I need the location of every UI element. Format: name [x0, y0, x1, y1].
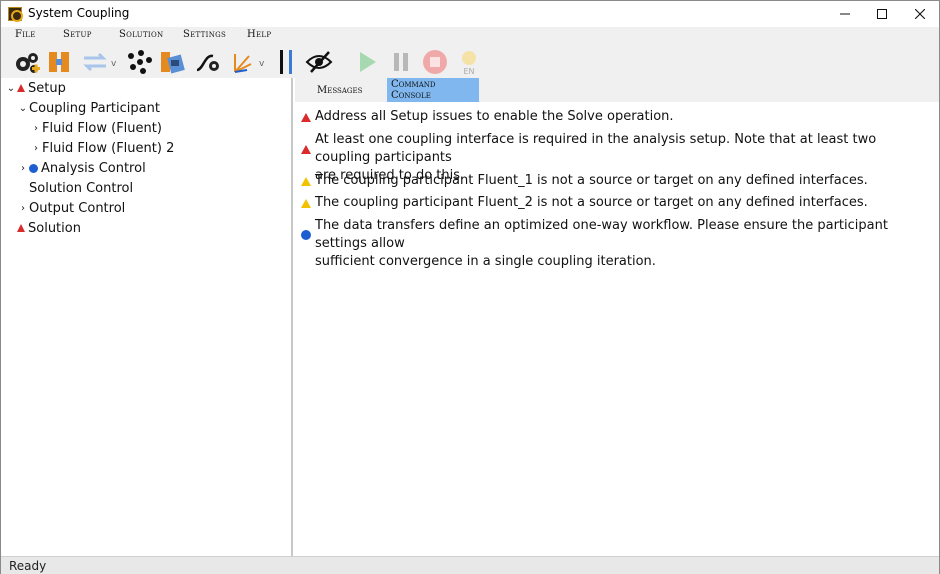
close-button[interactable]	[901, 1, 939, 27]
error-icon	[301, 145, 311, 154]
participant-file-button[interactable]	[159, 48, 187, 76]
mesh-points-button[interactable]	[125, 48, 153, 76]
toolbar: v v EN	[1, 45, 939, 78]
title-bar: System Coupling	[1, 1, 939, 27]
chevron-right-icon[interactable]: ›	[17, 163, 29, 174]
curve-settings-button[interactable]	[195, 48, 223, 76]
pause-icon	[394, 53, 408, 71]
gears-icon	[16, 53, 40, 73]
data-transfer-button[interactable]	[81, 48, 109, 76]
messages-panel: Address all Setup issues to enable the S…	[295, 102, 939, 556]
info-icon	[29, 163, 38, 173]
tree-node-coupling-participant[interactable]: ⌄ Coupling Participant	[17, 98, 160, 118]
run-button[interactable]	[353, 48, 381, 76]
axis-transform-icon	[234, 54, 252, 73]
message-row: The coupling participant Fluent_1 is not…	[295, 172, 939, 192]
participant-add-icon	[49, 52, 69, 72]
console-divider-button[interactable]	[277, 48, 305, 76]
tab-messages[interactable]: Messages	[313, 78, 375, 102]
axis-transform-button[interactable]	[229, 48, 257, 76]
tree-node-fluid-flow-2[interactable]: › Fluid Flow (Fluent) 2	[30, 138, 174, 158]
console-divider-icon	[280, 50, 292, 74]
tree-label-setup: Setup	[28, 80, 66, 96]
add-participant-button[interactable]	[47, 48, 75, 76]
minimize-button[interactable]	[826, 1, 864, 27]
maximize-button[interactable]	[863, 1, 901, 27]
visibility-toggle-icon	[305, 51, 333, 73]
menu-bar: File Setup Solution Settings Help	[1, 27, 939, 45]
transfer-dropdown-caret[interactable]: v	[111, 59, 116, 69]
tree-label-fluid-flow-1: Fluid Flow (Fluent)	[42, 120, 162, 136]
pause-button[interactable]	[387, 48, 415, 76]
message-row: The data transfers define an optimized o…	[295, 217, 939, 269]
tree-label-output-control: Output Control	[29, 200, 126, 216]
language-icon: EN	[462, 51, 476, 76]
warning-icon	[301, 199, 311, 208]
data-transfer-icon	[83, 52, 107, 72]
app-logo-icon	[8, 7, 23, 22]
tree-label-fluid-flow-2: Fluid Flow (Fluent) 2	[42, 140, 175, 156]
message-text: The data transfers define an optimized o…	[315, 218, 888, 269]
window-title: System Coupling	[28, 6, 130, 20]
maximize-icon	[877, 9, 887, 19]
minimize-icon	[840, 13, 850, 15]
tree-label-solution: Solution	[28, 220, 81, 236]
message-row: Address all Setup issues to enable the S…	[295, 108, 939, 128]
menu-solution[interactable]: Solution	[119, 29, 163, 40]
tree-label-coupling-participant: Coupling Participant	[29, 100, 160, 116]
tree-label-solution-control: Solution Control	[29, 180, 134, 196]
chevron-right-icon[interactable]: ›	[30, 123, 42, 134]
setup-tree: ⌄ Setup ⌄ Coupling Participant › Fluid F…	[1, 78, 293, 556]
language-button[interactable]: EN	[455, 48, 483, 76]
participant-file-icon	[161, 52, 185, 74]
error-icon	[301, 113, 311, 122]
chevron-right-icon[interactable]: ›	[30, 143, 42, 154]
tree-node-analysis-control[interactable]: › Analysis Control	[17, 158, 146, 178]
message-text: The coupling participant Fluent_2 is not…	[315, 195, 868, 210]
tree-node-solution[interactable]: Solution	[17, 218, 81, 238]
run-icon	[360, 52, 376, 72]
output-tabs: Messages Command Console	[295, 78, 939, 102]
error-icon	[17, 224, 25, 232]
mesh-points-icon	[128, 50, 152, 74]
warning-icon	[301, 177, 311, 186]
stop-icon	[423, 50, 447, 74]
message-text: Address all Setup issues to enable the S…	[315, 109, 674, 124]
chevron-down-icon[interactable]: ⌄	[17, 103, 29, 114]
chevron-right-icon[interactable]: ›	[17, 203, 29, 214]
tree-label-analysis-control: Analysis Control	[41, 160, 146, 176]
menu-file[interactable]: File	[15, 29, 36, 40]
app-window: System Coupling File Setup Solution Sett…	[0, 0, 940, 574]
language-label: EN	[463, 67, 474, 76]
status-bar: Ready	[1, 556, 939, 574]
info-icon	[301, 230, 311, 240]
menu-settings[interactable]: Settings	[183, 29, 226, 40]
close-icon	[915, 9, 925, 19]
message-row: The coupling participant Fluent_2 is not…	[295, 194, 939, 214]
tab-command-console[interactable]: Command Console	[387, 78, 479, 102]
menu-setup[interactable]: Setup	[63, 29, 92, 40]
tree-node-fluid-flow-1[interactable]: › Fluid Flow (Fluent)	[30, 118, 162, 138]
message-text: The coupling participant Fluent_1 is not…	[315, 173, 868, 188]
transform-dropdown-caret[interactable]: v	[259, 59, 264, 69]
chevron-down-icon[interactable]: ⌄	[5, 83, 17, 94]
gears-button[interactable]	[13, 48, 41, 76]
curve-settings-icon	[196, 54, 219, 72]
stop-button[interactable]	[421, 48, 449, 76]
menu-help[interactable]: Help	[247, 29, 271, 40]
status-text: Ready	[9, 559, 47, 573]
tree-node-output-control[interactable]: › Output Control	[17, 198, 125, 218]
tree-node-setup[interactable]: ⌄ Setup	[5, 78, 66, 98]
error-icon	[17, 84, 25, 92]
visibility-toggle-button[interactable]	[305, 48, 333, 76]
tree-node-solution-control[interactable]: Solution Control	[29, 178, 133, 198]
message-row: At least one coupling interface is requi…	[295, 131, 939, 183]
